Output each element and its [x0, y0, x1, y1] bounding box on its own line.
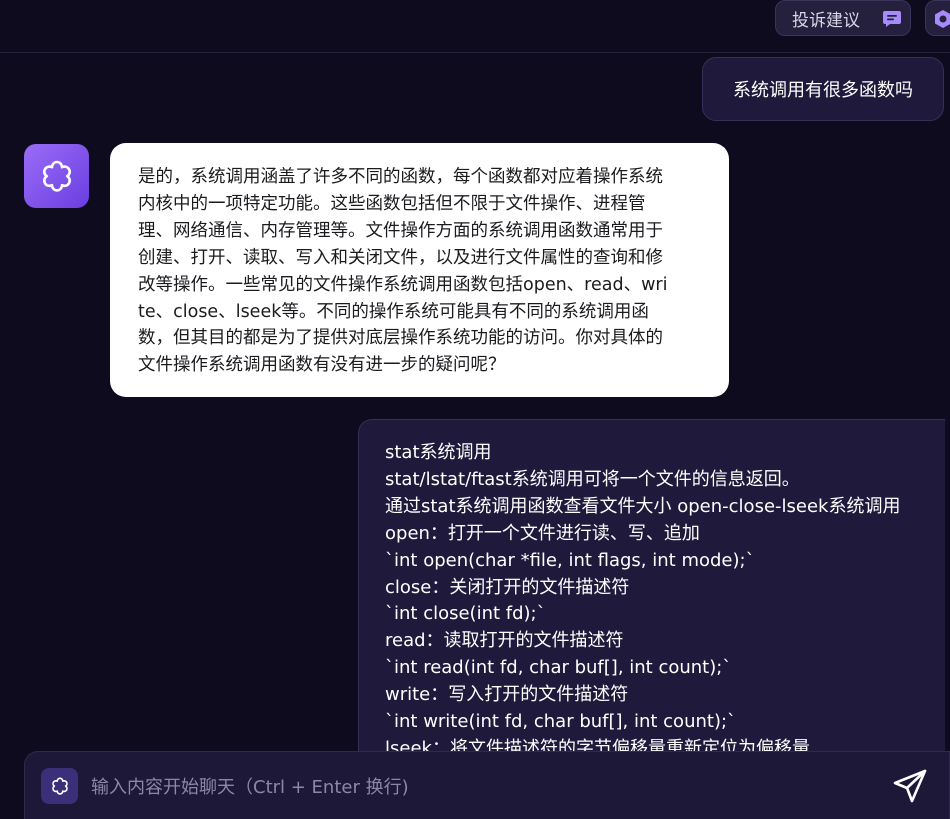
chat-bubble-icon: [883, 11, 901, 27]
user-message-line: stat/lstat/ftast系统调用可将一个文件的信息返回。: [385, 468, 800, 490]
assistant-message-line: 改等操作。一些常见的文件操作系统调用函数包括open、read、wri: [138, 274, 668, 295]
bot-icon[interactable]: [41, 768, 78, 804]
assistant-message-line: 文件操作系统调用函数有没有进一步的疑问呢？: [138, 355, 506, 376]
user-message-line: stat系统调用: [385, 442, 492, 463]
settings-icon: [935, 10, 950, 28]
settings-button[interactable]: [925, 0, 950, 36]
user-message-text: 系统调用有很多函数吗: [733, 80, 913, 101]
flower-bot-icon: [51, 777, 68, 795]
feedback-label: 投诉建议: [792, 10, 860, 31]
user-message-line: close：关闭打开的文件描述符: [385, 576, 630, 598]
assistant-message: 是的，系统调用涵盖了许多不同的函数，每个函数都对应着操作系统 内核中的一项特定功…: [110, 143, 729, 397]
user-message-line: open：打开一个文件进行读、写、追加: [385, 522, 700, 544]
user-message-line: `int read(int fd, char buf[], int count)…: [385, 657, 732, 679]
user-message: stat系统调用 stat/lstat/ftast系统调用可将一个文件的信息返回…: [358, 419, 945, 779]
user-message-line: read：读取打开的文件描述符: [385, 630, 624, 652]
chat-input[interactable]: [89, 768, 853, 806]
send-icon[interactable]: [891, 767, 929, 805]
user-message-line: write：写入打开的文件描述符: [385, 684, 629, 706]
flower-bot-icon: [42, 160, 71, 192]
assistant-message-line: 是的，系统调用涵盖了许多不同的函数，每个函数都对应着操作系统: [138, 167, 663, 187]
feedback-button[interactable]: 投诉建议: [775, 0, 911, 36]
assistant-message-line: 理、网络通信、内存管理等。文件操作方面的系统调用函数通常用于: [138, 220, 663, 241]
user-message: 系统调用有很多函数吗: [702, 57, 944, 121]
chat-composer: [24, 751, 950, 819]
user-message-line: `int close(int fd);`: [385, 603, 546, 625]
user-message-line: `int open(char *file, int flags, int mod…: [385, 549, 755, 571]
assistant-message-line: 内核中的一项特定功能。这些函数包括但不限于文件操作、进程管: [138, 193, 646, 214]
assistant-message-line: 创建、打开、读取、写入和关闭文件，以及进行文件属性的查询和修: [138, 247, 663, 268]
assistant-message-line: 数，但其目的都是为了提供对底层操作系统功能的访问。你对具体的: [138, 328, 663, 349]
assistant-message-line: te、close、lseek等。不同的操作系统可能具有不同的系统调用函: [138, 301, 649, 322]
top-bar: 投诉建议: [0, 0, 950, 53]
user-message-line: `int write(int fd, char buf[], int count…: [385, 711, 737, 733]
assistant-avatar: [24, 144, 89, 208]
user-message-line: 通过stat系统调用函数查看文件大小 open-close-lseek系统调用: [385, 495, 901, 517]
